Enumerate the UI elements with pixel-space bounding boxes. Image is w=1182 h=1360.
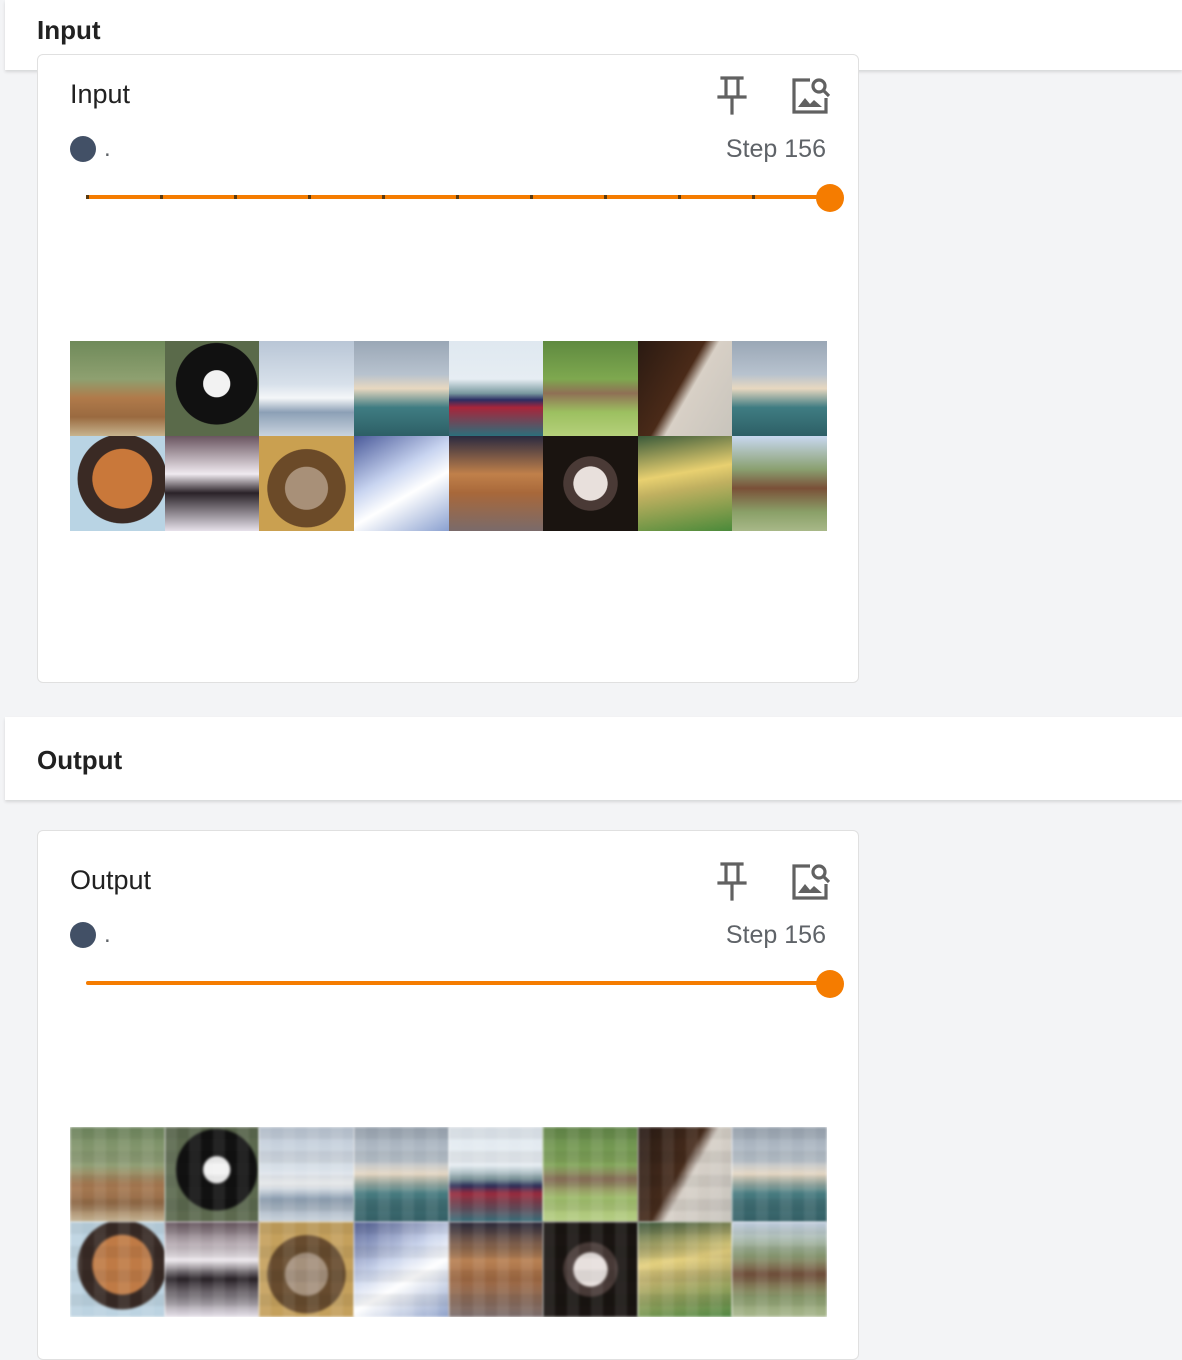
image-thumbnail-cat-orange [448,436,544,531]
image-thumbnail-boat-white [353,436,449,531]
image-thumbnail-horse [732,436,827,531]
slider-fill [86,981,826,985]
pixelation-overlay [543,1127,638,1222]
image-thumbnail-boat-white [353,1222,449,1317]
slider-tick [530,195,533,199]
card-title: Input [70,79,131,109]
pin-button[interactable] [710,73,754,117]
image-thumbnail-cat-sleeping [70,436,165,531]
image-thumbnail-boat [259,1127,354,1222]
image-thumbnail-car-yellow [637,1222,733,1317]
pixelation-overlay [732,1222,827,1317]
pixelation-overlay [353,1127,449,1222]
image-thumbnail-airplane [732,1127,827,1222]
image-thumbnail-ship [448,1127,544,1222]
run-color-dot [70,922,96,948]
slider-tick [456,195,459,199]
section-header-output: Output [5,717,1182,800]
image-thumbnail-cat-tabby [259,1222,354,1317]
image-thumbnail-boat [259,341,354,436]
slider-thumb[interactable] [816,184,844,212]
slider-tick [86,195,89,199]
slider-tick [234,195,237,199]
image-thumbnail-cat-sleeping [70,1222,165,1317]
image-thumbnail-dog-longhair [164,1222,260,1317]
image-thumbnail-horse-head [637,1127,733,1222]
image-search-button[interactable] [788,73,832,117]
pixelation-overlay [637,1127,733,1222]
image-thumbnail-dog-puppy [543,1222,638,1317]
slider-tick [752,195,755,199]
pixelation-overlay [543,1222,638,1317]
slider-tick [160,195,163,199]
card-title: Output [70,865,152,895]
image-thumbnail-cat-orange [448,1222,544,1317]
pin-icon [717,76,747,115]
run-name: . [104,135,111,162]
image-thumbnail-horse-head [637,341,733,436]
image-thumbnail-airplane [732,341,827,436]
pixelation-overlay [448,1222,544,1317]
step-slider[interactable] [86,182,844,212]
pixelation-overlay [732,1127,827,1222]
image-thumbnail-airplane [353,1127,449,1222]
image-thumbnail-black-white-dog [164,341,260,436]
image-card-output: Output . Step 156 [37,830,859,1360]
image-grid[interactable] [70,1127,827,1317]
run-color-dot [70,136,96,162]
pixelation-overlay [448,1127,544,1222]
pixelation-overlay [637,1222,733,1317]
image-thumbnail-dog-longhair [164,436,260,531]
pixelation-overlay [164,1222,260,1317]
step-label: Step 156 [725,921,826,949]
image-thumbnail-deer [543,341,638,436]
section-header-title: Input [37,15,101,45]
image-thumbnail-horse [732,1222,827,1317]
image-thumbnail-deer [543,1127,638,1222]
pixelation-overlay [70,1127,165,1222]
image-grid[interactable] [70,341,827,531]
slider-tick [678,195,681,199]
pin-icon [717,862,747,901]
step-label: Step 156 [725,135,826,163]
pin-button[interactable] [710,859,754,903]
image-thumbnail-dog-puppy [543,436,638,531]
image-thumbnail-airplane [353,341,449,436]
image-thumbnail-ship [448,341,544,436]
image-thumbnail-horse-rider [70,1127,165,1222]
slider-tick [604,195,607,199]
image-thumbnail-car-yellow [637,436,733,531]
image-thumbnail-black-white-dog [164,1127,260,1222]
pixelation-overlay [259,1127,354,1222]
image-card-input: Input . Step 156 [37,54,859,683]
pixelation-overlay [353,1222,449,1317]
step-slider[interactable] [86,968,844,998]
image-search-icon [792,78,830,114]
image-search-icon [792,864,830,900]
image-thumbnail-cat-tabby [259,436,354,531]
section-header-title: Output [37,745,123,775]
slider-thumb[interactable] [816,970,844,998]
slider-tick [308,195,311,199]
image-thumbnail-horse-rider [70,341,165,436]
pixelation-overlay [70,1222,165,1317]
slider-tick [382,195,385,199]
pixelation-overlay [259,1222,354,1317]
image-search-button[interactable] [788,859,832,903]
pixelation-overlay [164,1127,260,1222]
run-name: . [104,921,111,948]
